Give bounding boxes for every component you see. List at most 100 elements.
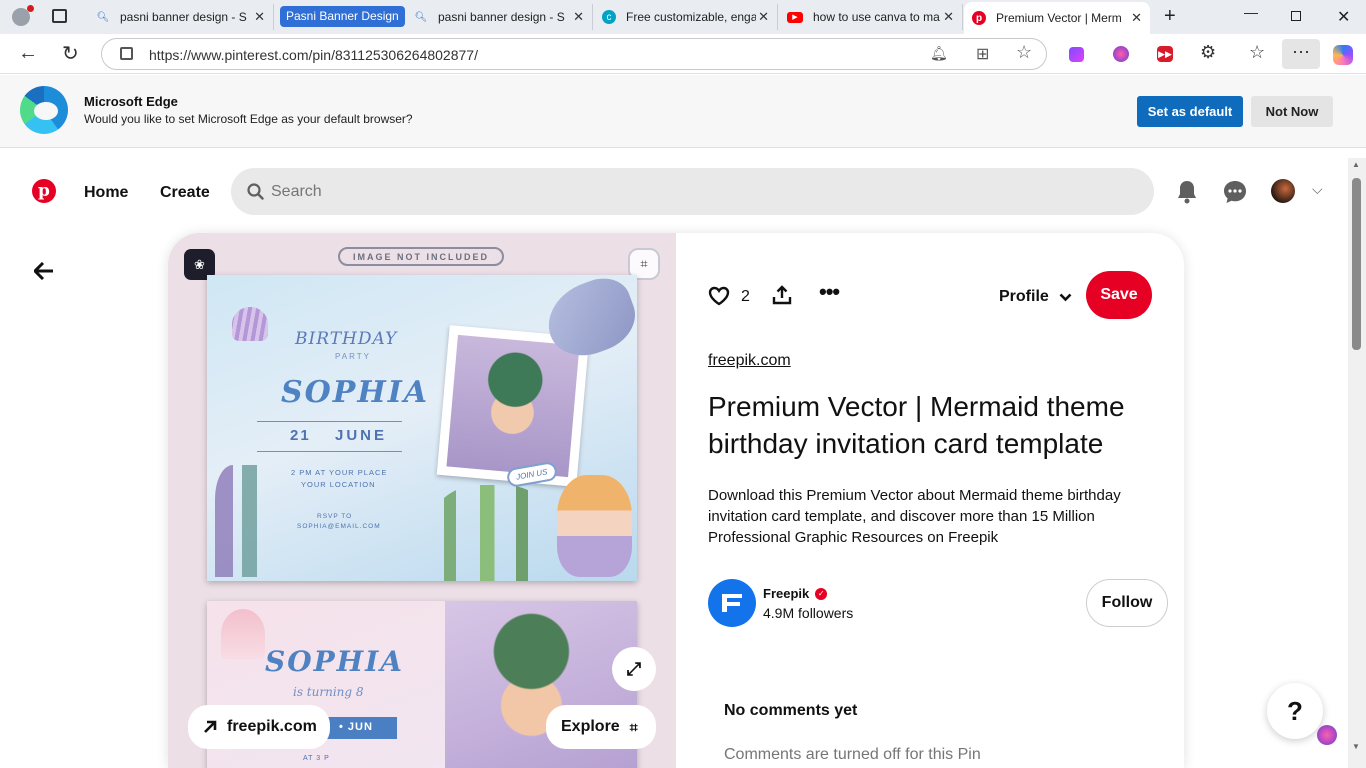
- back-arrow-icon[interactable]: [34, 262, 54, 280]
- notifications-bell-icon[interactable]: [1175, 179, 1199, 204]
- youtube-icon: ▶: [787, 11, 803, 23]
- copilot-icon[interactable]: [1333, 45, 1353, 65]
- card-a-time: 2 PM AT YOUR PLACE: [291, 468, 388, 477]
- follow-button[interactable]: Follow: [1086, 579, 1168, 627]
- explore-button[interactable]: Explore ⌗: [546, 705, 656, 749]
- settings-menu-icon[interactable]: ···: [1282, 39, 1320, 69]
- account-chevron-down-icon[interactable]: ⌵: [1312, 181, 1323, 198]
- card-a-name: SOPHIA: [281, 375, 430, 410]
- tab-title: pasni banner design - S: [438, 10, 565, 24]
- address-bar[interactable]: https://www.pinterest.com/pin/8311253062…: [101, 38, 1047, 70]
- close-window-icon[interactable]: ✕: [1337, 7, 1350, 27]
- share-icon[interactable]: [772, 285, 792, 305]
- search-icon: 🔍︎: [414, 11, 428, 23]
- tab-4[interactable]: ▶ how to use canva to ma ✕: [779, 4, 963, 30]
- explore-label: Explore: [561, 718, 620, 735]
- reaction-count: 2: [741, 288, 750, 305]
- search-bar[interactable]: Search: [231, 168, 1154, 215]
- copilot-sidebar-icon[interactable]: [1317, 725, 1337, 745]
- scroll-down-icon[interactable]: ▼: [1352, 742, 1360, 751]
- browser-tab-strip: 🔍︎ pasni banner design - S ✕ Pasni Banne…: [0, 0, 1366, 34]
- tab-actions-icon[interactable]: [52, 9, 67, 23]
- extensions-puzzle-icon[interactable]: ⚙: [1200, 42, 1216, 63]
- refresh-icon[interactable]: ↻: [62, 41, 79, 66]
- card-a-subtitle: PARTY: [335, 352, 371, 361]
- tab-title: pasni banner design - S: [120, 10, 247, 24]
- close-icon[interactable]: ✕: [254, 9, 265, 25]
- source-link[interactable]: freepik.com: [708, 352, 791, 370]
- help-button[interactable]: ?: [1267, 683, 1323, 739]
- card-b-subtitle: is turning 8: [293, 685, 364, 699]
- chevron-down-icon: [1059, 293, 1072, 301]
- pin-image[interactable]: IMAGE NOT INCLUDED ❀ ⌗ BIRTHDAY PARTY SO…: [168, 233, 676, 768]
- new-tab-icon[interactable]: +: [1164, 5, 1176, 28]
- not-now-button[interactable]: Not Now: [1251, 96, 1333, 127]
- extension-purple-icon[interactable]: [1069, 47, 1084, 62]
- shell-illustration: [232, 307, 268, 341]
- pinterest-logo-icon[interactable]: p: [32, 179, 56, 203]
- card-a-divider: [257, 421, 402, 422]
- default-browser-infobar: Microsoft Edge Would you like to set Mic…: [0, 75, 1366, 148]
- favorites-icon[interactable]: ☆: [1249, 42, 1265, 63]
- close-icon[interactable]: ✕: [758, 9, 769, 25]
- close-icon[interactable]: ✕: [573, 9, 584, 25]
- creator-avatar[interactable]: [708, 579, 756, 627]
- mermaid-illustration: [557, 475, 632, 577]
- extension-red-icon[interactable]: ▶▶: [1157, 46, 1173, 62]
- tab-3[interactable]: c Free customizable, enga ✕: [594, 4, 778, 30]
- url-text[interactable]: https://www.pinterest.com/pin/8311253062…: [149, 47, 478, 63]
- scrollbar-thumb[interactable]: [1352, 178, 1361, 350]
- tab-title: how to use canva to ma: [813, 10, 940, 24]
- back-arrow-icon[interactable]: ←: [18, 42, 38, 65]
- more-options-icon[interactable]: •••: [819, 279, 840, 305]
- avatar[interactable]: [1271, 179, 1295, 203]
- apps-icon[interactable]: ⊞: [976, 44, 989, 64]
- visit-site-label: freepik.com: [227, 718, 317, 735]
- messages-icon[interactable]: [1222, 179, 1248, 205]
- save-button[interactable]: Save: [1086, 271, 1152, 319]
- search-input[interactable]: Search: [271, 183, 322, 201]
- card-b-time: AT 3 P: [303, 755, 330, 762]
- creator-followers: 4.9M followers: [763, 605, 854, 621]
- page-scrollbar[interactable]: ▲ ▼: [1348, 158, 1366, 768]
- card-a-month: JUNE: [335, 427, 388, 444]
- expand-icon[interactable]: ⤢: [612, 647, 656, 691]
- card-a-title: BIRTHDAY: [295, 329, 398, 349]
- tab-1[interactable]: 🔍︎ pasni banner design - S ✕: [88, 4, 274, 30]
- heart-icon[interactable]: [708, 286, 730, 306]
- address-toolbar: ← ↻ https://www.pinterest.com/pin/831125…: [0, 34, 1366, 74]
- notification-bell-icon[interactable]: 🔔︎: [930, 45, 948, 62]
- site-info-icon[interactable]: [120, 47, 133, 60]
- help-icon: ?: [1287, 695, 1303, 726]
- set-as-default-button[interactable]: Set as default: [1137, 96, 1243, 127]
- infobar-title: Microsoft Edge: [84, 94, 178, 109]
- tab-5-active[interactable]: p Premium Vector | Merm ✕: [964, 2, 1150, 34]
- infobar-message: Would you like to set Microsoft Edge as …: [84, 112, 413, 126]
- tab-2[interactable]: 🔍︎ pasni banner design - S ✕: [406, 4, 593, 30]
- close-icon[interactable]: ✕: [943, 9, 954, 25]
- seaweed-illustration: [432, 485, 552, 581]
- coral-illustration: [215, 465, 275, 577]
- minimize-icon[interactable]: —: [1244, 4, 1258, 20]
- nav-create[interactable]: Create: [160, 184, 210, 202]
- visit-site-button[interactable]: freepik.com: [188, 705, 330, 749]
- freepik-logo-icon: [722, 594, 742, 612]
- tab-title: Premium Vector | Merm: [996, 11, 1122, 25]
- creator-name-row[interactable]: Freepik ✓: [763, 586, 828, 601]
- card-a-rsvp: RSVP TO: [317, 513, 353, 520]
- creator-name: Freepik: [763, 586, 810, 601]
- card-b-date-ribbon: • JUN: [325, 717, 397, 739]
- extension-brain-icon[interactable]: [1113, 46, 1129, 62]
- board-selector[interactable]: Profile: [999, 288, 1072, 306]
- scroll-up-icon[interactable]: ▲: [1352, 160, 1360, 169]
- card-a-email: SOPHIA@EMAIL.COM: [297, 523, 381, 530]
- card-a-day: 21: [290, 427, 311, 444]
- close-icon[interactable]: ✕: [1131, 10, 1142, 26]
- edge-logo-icon: [20, 86, 68, 134]
- tab-group-label[interactable]: Pasni Banner Design: [280, 6, 405, 27]
- jellyfish-illustration: [221, 609, 265, 659]
- favorite-star-icon[interactable]: ☆: [1016, 42, 1032, 63]
- pin-title: Premium Vector | Mermaid theme birthday …: [708, 391, 1125, 459]
- restore-icon[interactable]: [1291, 11, 1301, 21]
- nav-home[interactable]: Home: [84, 184, 128, 202]
